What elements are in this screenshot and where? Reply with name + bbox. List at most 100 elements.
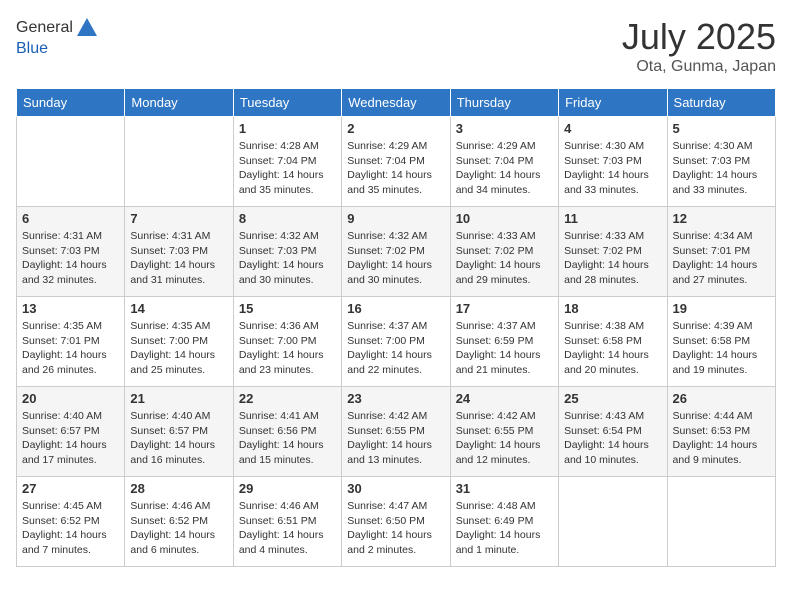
day-number: 10 bbox=[456, 211, 553, 226]
day-daylight: Daylight: 14 hours and 25 minutes. bbox=[130, 348, 227, 377]
day-sunrise: Sunrise: 4:33 AM bbox=[564, 229, 661, 244]
day-sunrise: Sunrise: 4:43 AM bbox=[564, 409, 661, 424]
day-daylight: Daylight: 14 hours and 20 minutes. bbox=[564, 348, 661, 377]
day-sunrise: Sunrise: 4:42 AM bbox=[456, 409, 553, 424]
calendar-cell: 26 Sunrise: 4:44 AM Sunset: 6:53 PM Dayl… bbox=[667, 387, 775, 477]
day-number: 28 bbox=[130, 481, 227, 496]
calendar-cell: 19 Sunrise: 4:39 AM Sunset: 6:58 PM Dayl… bbox=[667, 297, 775, 387]
calendar-cell: 21 Sunrise: 4:40 AM Sunset: 6:57 PM Dayl… bbox=[125, 387, 233, 477]
day-sunset: Sunset: 7:03 PM bbox=[130, 244, 227, 259]
page-header: General Blue July 2025 Ota, Gunma, Japan bbox=[16, 16, 776, 76]
calendar-cell bbox=[559, 477, 667, 567]
day-number: 3 bbox=[456, 121, 553, 136]
day-sunrise: Sunrise: 4:42 AM bbox=[347, 409, 444, 424]
day-daylight: Daylight: 14 hours and 2 minutes. bbox=[347, 528, 444, 557]
day-sunrise: Sunrise: 4:32 AM bbox=[239, 229, 336, 244]
day-daylight: Daylight: 14 hours and 29 minutes. bbox=[456, 258, 553, 287]
day-daylight: Daylight: 14 hours and 35 minutes. bbox=[239, 168, 336, 197]
day-number: 31 bbox=[456, 481, 553, 496]
day-number: 20 bbox=[22, 391, 119, 406]
day-daylight: Daylight: 14 hours and 32 minutes. bbox=[22, 258, 119, 287]
calendar-cell bbox=[125, 117, 233, 207]
day-daylight: Daylight: 14 hours and 23 minutes. bbox=[239, 348, 336, 377]
day-sunset: Sunset: 7:03 PM bbox=[239, 244, 336, 259]
day-number: 8 bbox=[239, 211, 336, 226]
day-sunrise: Sunrise: 4:40 AM bbox=[22, 409, 119, 424]
day-daylight: Daylight: 14 hours and 31 minutes. bbox=[130, 258, 227, 287]
day-number: 17 bbox=[456, 301, 553, 316]
day-sunrise: Sunrise: 4:46 AM bbox=[239, 499, 336, 514]
calendar-week-5: 27 Sunrise: 4:45 AM Sunset: 6:52 PM Dayl… bbox=[17, 477, 776, 567]
day-number: 19 bbox=[673, 301, 770, 316]
col-wednesday: Wednesday bbox=[342, 89, 450, 117]
day-sunset: Sunset: 7:02 PM bbox=[347, 244, 444, 259]
calendar-cell: 13 Sunrise: 4:35 AM Sunset: 7:01 PM Dayl… bbox=[17, 297, 125, 387]
day-sunset: Sunset: 6:52 PM bbox=[22, 514, 119, 529]
day-sunrise: Sunrise: 4:36 AM bbox=[239, 319, 336, 334]
calendar-cell: 30 Sunrise: 4:47 AM Sunset: 6:50 PM Dayl… bbox=[342, 477, 450, 567]
day-daylight: Daylight: 14 hours and 12 minutes. bbox=[456, 438, 553, 467]
day-daylight: Daylight: 14 hours and 13 minutes. bbox=[347, 438, 444, 467]
day-sunset: Sunset: 7:04 PM bbox=[239, 154, 336, 169]
calendar-cell: 6 Sunrise: 4:31 AM Sunset: 7:03 PM Dayli… bbox=[17, 207, 125, 297]
day-sunrise: Sunrise: 4:35 AM bbox=[22, 319, 119, 334]
calendar-cell: 27 Sunrise: 4:45 AM Sunset: 6:52 PM Dayl… bbox=[17, 477, 125, 567]
day-number: 14 bbox=[130, 301, 227, 316]
calendar-cell: 2 Sunrise: 4:29 AM Sunset: 7:04 PM Dayli… bbox=[342, 117, 450, 207]
day-sunrise: Sunrise: 4:35 AM bbox=[130, 319, 227, 334]
day-number: 7 bbox=[130, 211, 227, 226]
day-sunrise: Sunrise: 4:30 AM bbox=[673, 139, 770, 154]
day-sunset: Sunset: 6:56 PM bbox=[239, 424, 336, 439]
day-sunset: Sunset: 6:53 PM bbox=[673, 424, 770, 439]
day-sunset: Sunset: 7:03 PM bbox=[673, 154, 770, 169]
day-sunrise: Sunrise: 4:34 AM bbox=[673, 229, 770, 244]
calendar-cell bbox=[667, 477, 775, 567]
day-sunrise: Sunrise: 4:29 AM bbox=[456, 139, 553, 154]
calendar-cell: 20 Sunrise: 4:40 AM Sunset: 6:57 PM Dayl… bbox=[17, 387, 125, 477]
calendar-cell: 3 Sunrise: 4:29 AM Sunset: 7:04 PM Dayli… bbox=[450, 117, 558, 207]
day-daylight: Daylight: 14 hours and 34 minutes. bbox=[456, 168, 553, 197]
calendar-cell: 7 Sunrise: 4:31 AM Sunset: 7:03 PM Dayli… bbox=[125, 207, 233, 297]
calendar-cell: 14 Sunrise: 4:35 AM Sunset: 7:00 PM Dayl… bbox=[125, 297, 233, 387]
calendar-header-row: Sunday Monday Tuesday Wednesday Thursday… bbox=[17, 89, 776, 117]
day-sunset: Sunset: 7:02 PM bbox=[564, 244, 661, 259]
calendar-week-2: 6 Sunrise: 4:31 AM Sunset: 7:03 PM Dayli… bbox=[17, 207, 776, 297]
title-block: July 2025 Ota, Gunma, Japan bbox=[622, 16, 776, 76]
day-daylight: Daylight: 14 hours and 10 minutes. bbox=[564, 438, 661, 467]
logo-icon bbox=[75, 16, 99, 40]
day-sunrise: Sunrise: 4:32 AM bbox=[347, 229, 444, 244]
calendar-cell: 16 Sunrise: 4:37 AM Sunset: 7:00 PM Dayl… bbox=[342, 297, 450, 387]
day-number: 23 bbox=[347, 391, 444, 406]
day-sunset: Sunset: 6:59 PM bbox=[456, 334, 553, 349]
calendar-week-4: 20 Sunrise: 4:40 AM Sunset: 6:57 PM Dayl… bbox=[17, 387, 776, 477]
day-sunrise: Sunrise: 4:39 AM bbox=[673, 319, 770, 334]
day-sunset: Sunset: 6:50 PM bbox=[347, 514, 444, 529]
day-daylight: Daylight: 14 hours and 30 minutes. bbox=[347, 258, 444, 287]
calendar-cell: 28 Sunrise: 4:46 AM Sunset: 6:52 PM Dayl… bbox=[125, 477, 233, 567]
day-number: 26 bbox=[673, 391, 770, 406]
calendar-cell: 25 Sunrise: 4:43 AM Sunset: 6:54 PM Dayl… bbox=[559, 387, 667, 477]
day-sunset: Sunset: 7:03 PM bbox=[22, 244, 119, 259]
month-title: July 2025 bbox=[622, 16, 776, 58]
calendar-cell: 5 Sunrise: 4:30 AM Sunset: 7:03 PM Dayli… bbox=[667, 117, 775, 207]
logo-blue-text: Blue bbox=[16, 40, 99, 58]
logo: General Blue bbox=[16, 16, 99, 58]
day-daylight: Daylight: 14 hours and 33 minutes. bbox=[673, 168, 770, 197]
day-sunset: Sunset: 7:04 PM bbox=[456, 154, 553, 169]
calendar-cell: 10 Sunrise: 4:33 AM Sunset: 7:02 PM Dayl… bbox=[450, 207, 558, 297]
day-sunrise: Sunrise: 4:41 AM bbox=[239, 409, 336, 424]
location: Ota, Gunma, Japan bbox=[622, 58, 776, 76]
day-sunrise: Sunrise: 4:45 AM bbox=[22, 499, 119, 514]
calendar-week-1: 1 Sunrise: 4:28 AM Sunset: 7:04 PM Dayli… bbox=[17, 117, 776, 207]
col-sunday: Sunday bbox=[17, 89, 125, 117]
calendar-cell: 31 Sunrise: 4:48 AM Sunset: 6:49 PM Dayl… bbox=[450, 477, 558, 567]
day-sunrise: Sunrise: 4:33 AM bbox=[456, 229, 553, 244]
day-number: 29 bbox=[239, 481, 336, 496]
day-sunset: Sunset: 6:55 PM bbox=[347, 424, 444, 439]
day-daylight: Daylight: 14 hours and 15 minutes. bbox=[239, 438, 336, 467]
day-number: 5 bbox=[673, 121, 770, 136]
day-daylight: Daylight: 14 hours and 9 minutes. bbox=[673, 438, 770, 467]
day-daylight: Daylight: 14 hours and 27 minutes. bbox=[673, 258, 770, 287]
day-sunrise: Sunrise: 4:37 AM bbox=[456, 319, 553, 334]
calendar-cell: 8 Sunrise: 4:32 AM Sunset: 7:03 PM Dayli… bbox=[233, 207, 341, 297]
